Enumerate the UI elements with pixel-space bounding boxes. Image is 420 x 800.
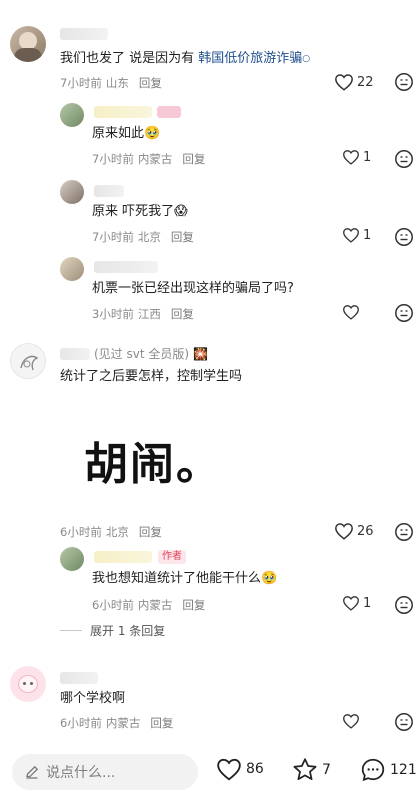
divider [60,630,82,631]
favorite-post-button[interactable]: 7 [292,757,331,782]
avatar[interactable] [10,343,46,379]
user-badge-blurred [157,106,181,118]
pencil-icon [26,765,39,779]
username-blurred[interactable] [60,28,108,40]
bottom-action-bar: 说点什么... 86 7 121 [0,744,420,800]
reply-text: 原来如此🥹 [92,126,161,141]
dislike-button[interactable] [394,522,414,546]
meh-face-icon [395,523,413,541]
comments-button[interactable]: 121 [360,757,417,783]
sketch-avatar-icon [20,355,39,371]
sparkle-badge-icon: 🎇 [193,346,209,361]
screaming-face-icon: 😱 [174,204,188,219]
crying-face-icon: 🥹 [144,126,161,141]
reply-button[interactable]: 回复 [182,152,205,166]
comment-input-placeholder: 说点什么... [46,765,116,781]
dislike-button[interactable] [394,712,414,736]
meh-face-icon [395,596,413,614]
heart-icon [343,150,359,165]
username-blurred[interactable] [94,261,158,273]
meh-face-icon [395,304,413,322]
reply-text: 机票一张已经出现这样的骗局了吗? [92,281,294,296]
heart-icon [217,758,241,781]
crying-face-icon: 🥹 [261,571,278,586]
expand-replies-button[interactable]: 展开 1 条回复 [60,622,165,639]
meh-face-icon [395,73,413,91]
chat-bubble-icon [361,758,385,782]
comment-text: 统计了之后要怎样，控制学生吗 [60,369,243,384]
heart-icon [335,74,353,91]
heart-icon [343,305,359,320]
reply-meta: 6小时前 内蒙古 回复 [92,598,206,612]
like-button[interactable] [342,304,360,320]
reply-text: 原来 吓死我了😱 [92,204,188,219]
username-blurred[interactable] [94,185,124,197]
meh-face-icon [395,150,413,168]
username-row: (见过 svt 全员版) 🎇 [60,345,208,362]
like-button[interactable]: 22 [334,73,374,91]
star-icon [293,758,317,781]
heart-icon [343,228,359,243]
username-blurred[interactable] [94,551,152,563]
dislike-button[interactable] [394,72,414,96]
avatar[interactable] [60,180,84,204]
username-blurred[interactable] [60,347,90,360]
reply-text: 我也想知道统计了他能干什么🥹 [92,571,278,586]
reply-meta: 3小时前 江西 回复 [92,307,194,321]
dislike-button[interactable] [394,303,414,327]
author-tag: 作者 [158,550,186,564]
search-icon[interactable]: ○ [302,54,310,64]
username-blurred[interactable] [60,672,98,684]
reply-button[interactable]: 回复 [139,525,162,539]
reply-meta: 7小时前 北京 回复 [92,230,194,244]
comment-text: 我们也发了 说是因为有 韩国低价旅游诈骗○ [60,51,311,66]
user-suffix: (见过 svt 全员版) [94,347,190,361]
reply-button[interactable]: 回复 [139,76,162,90]
avatar[interactable] [10,26,46,62]
like-button[interactable]: 1 [342,149,371,165]
reply-meta: 7小时前 内蒙古 回复 [92,152,206,166]
search-link[interactable]: 韩国低价旅游诈骗 [198,51,302,66]
comment-meta: 6小时前 内蒙古 回复 [60,716,174,730]
avatar[interactable] [60,547,84,571]
comment-input[interactable]: 说点什么... [12,754,198,790]
like-button[interactable] [342,713,360,729]
reply-button[interactable]: 回复 [171,307,194,321]
avatar[interactable] [60,103,84,127]
reply-button[interactable]: 回复 [150,716,173,730]
like-button[interactable]: 26 [334,522,374,540]
username-row: 作者 [94,550,186,564]
heart-icon [343,714,359,729]
like-button[interactable]: 1 [342,227,371,243]
avatar[interactable] [60,257,84,281]
like-post-button[interactable]: 86 [216,757,264,781]
reply-button[interactable]: 回复 [171,230,194,244]
dislike-button[interactable] [394,595,414,619]
heart-icon [335,523,353,540]
heart-icon [343,596,359,611]
comment-text: 哪个学校啊 [60,691,126,706]
avatar[interactable] [10,666,46,702]
comment-meta: 6小时前 北京 回复 [60,525,162,539]
meh-face-icon [395,713,413,731]
dislike-button[interactable] [394,227,414,251]
username-blurred[interactable] [94,106,152,118]
like-button[interactable]: 1 [342,595,371,611]
comment-meta: 7小时前 山东 回复 [60,76,162,90]
dislike-button[interactable] [394,149,414,173]
meh-face-icon [395,228,413,246]
reply-button[interactable]: 回复 [182,598,205,612]
big-text-image[interactable]: 胡闹。 [84,428,222,492]
